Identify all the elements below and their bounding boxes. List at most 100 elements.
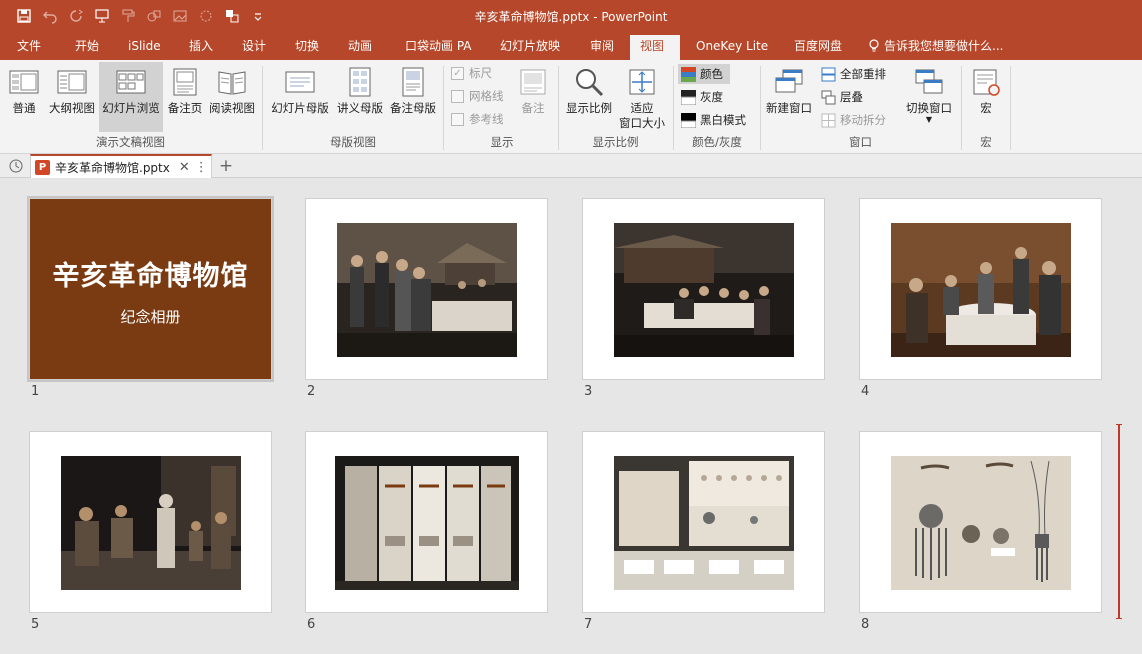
notes-toggle-button[interactable]: 备注 — [513, 62, 553, 132]
notes-page-label: 备注页 — [167, 101, 203, 115]
slide-thumbnail-2[interactable] — [305, 198, 548, 380]
slide-number: 7 — [584, 617, 593, 632]
group-label-show: 显示 — [490, 135, 514, 149]
museum-photo-figures-meeting — [337, 223, 517, 357]
tab-islide[interactable]: iSlide — [118, 35, 171, 60]
slide-thumbnail-7[interactable] — [582, 431, 825, 613]
tab-design[interactable]: 设计 — [232, 35, 276, 60]
ruler-checkbox[interactable]: ✓ 标尺 — [451, 64, 492, 82]
slide-title-text: 辛亥革命博物馆 — [52, 261, 249, 292]
vertical-scrollbar[interactable] — [1116, 424, 1122, 619]
tab-history-icon[interactable] — [8, 158, 24, 174]
group-label-window: 窗口 — [849, 135, 872, 149]
tab-home[interactable]: 开始 — [65, 35, 109, 60]
reading-view-label: 阅读视图 — [209, 101, 255, 115]
zoom-label: 显示比例 — [566, 101, 612, 115]
outline-view-icon — [57, 70, 87, 94]
ribbon-view: 普通 大纲视图 幻灯片浏览 备注页 阅读视图 演示文稿视图 幻灯片母版 讲义母版… — [0, 60, 1142, 154]
tab-view[interactable]: 视图 — [630, 35, 680, 60]
slide-master-button[interactable]: 幻灯片母版 — [267, 62, 333, 132]
grayscale-button[interactable]: 灰度 — [678, 87, 726, 107]
slide-thumbnail-8[interactable] — [859, 431, 1102, 613]
arrange-all-button[interactable]: 全部重排 — [818, 64, 889, 84]
tab-review[interactable]: 审阅 — [580, 35, 624, 60]
move-split-label: 移动拆分 — [840, 113, 886, 127]
move-split-icon — [821, 113, 836, 127]
arrange-all-label: 全部重排 — [840, 67, 886, 81]
tell-me-text: 告诉我您想要做什么... — [884, 39, 1004, 53]
group-separator — [262, 66, 263, 150]
reading-view-icon — [218, 71, 246, 95]
macros-button[interactable]: 宏 — [966, 62, 1006, 132]
switch-windows-icon — [915, 69, 943, 94]
document-tab[interactable]: P 辛亥革命博物馆.pptx ✕ ⋮ — [30, 154, 212, 178]
grayscale-label: 灰度 — [700, 90, 723, 104]
slide-thumbnail-6[interactable] — [305, 431, 548, 613]
outline-view-button[interactable]: 大纲视图 — [46, 62, 98, 132]
group-label-master-views: 母版视图 — [330, 135, 376, 149]
color-swatch-icon — [681, 66, 696, 82]
museum-photo-silver-jewelry — [891, 456, 1071, 590]
notes-icon — [520, 69, 546, 95]
close-icon[interactable]: ✕ — [179, 160, 190, 175]
slide-number: 6 — [307, 617, 316, 632]
museum-photo-exhibit-panels — [335, 456, 519, 590]
notes-master-button[interactable]: 备注母版 — [387, 62, 439, 132]
slide-sorter-area: 辛亥革命博物馆 纪念相册 1 2 3 4 5 6 7 8 — [0, 178, 1142, 654]
slide-number: 2 — [307, 384, 316, 399]
slide-number: 8 — [861, 617, 870, 632]
slide-thumbnail-1[interactable]: 辛亥革命博物馆 纪念相册 — [27, 196, 274, 382]
slide-number: 3 — [584, 384, 593, 399]
slide-thumbnail-5[interactable] — [29, 431, 272, 613]
tab-onekey-lite[interactable]: OneKey Lite — [686, 35, 778, 60]
notes-page-button[interactable]: 备注页 — [165, 62, 205, 132]
fit-window-icon — [629, 69, 655, 95]
outline-view-label: 大纲视图 — [49, 101, 95, 115]
tab-pocket-animation[interactable]: 口袋动画 PA — [395, 35, 482, 60]
notes-master-label: 备注母版 — [390, 101, 436, 115]
macros-icon — [973, 69, 1000, 96]
tab-baidu-netdisk[interactable]: 百度网盘 — [784, 35, 852, 60]
magnifier-icon — [576, 69, 604, 97]
more-options-icon[interactable]: ⋮ — [195, 160, 208, 175]
tab-file[interactable]: 文件 — [7, 35, 51, 60]
cascade-button[interactable]: 层叠 — [818, 87, 866, 107]
gridlines-label: 网格线 — [469, 89, 504, 103]
new-window-button[interactable]: 新建窗口 — [763, 62, 815, 132]
reading-view-button[interactable]: 阅读视图 — [207, 62, 257, 132]
notes-label: 备注 — [521, 101, 545, 115]
group-label-presentation-views: 演示文稿视图 — [96, 135, 165, 149]
zoom-button[interactable]: 显示比例 — [563, 62, 615, 132]
slide-number: 5 — [31, 617, 40, 632]
normal-view-button[interactable]: 普通 — [4, 62, 44, 132]
color-label: 颜色 — [700, 67, 723, 81]
group-separator — [1010, 66, 1011, 150]
tab-animations[interactable]: 动画 — [338, 35, 382, 60]
ribbon-tabs: 文件 开始 iSlide 插入 设计 切换 动画 口袋动画 PA 幻灯片放映 审… — [0, 32, 1142, 60]
black-white-label: 黑白模式 — [700, 113, 746, 127]
gridlines-checkbox[interactable]: 网格线 — [451, 87, 504, 105]
slide-thumbnail-4[interactable] — [859, 198, 1102, 380]
fit-line2: 窗口大小 — [619, 116, 665, 130]
new-tab-plus-icon[interactable]: + — [216, 155, 236, 177]
black-white-button[interactable]: 黑白模式 — [678, 110, 749, 130]
tell-me-search[interactable]: 告诉我您想要做什么... — [868, 35, 1003, 57]
tab-slideshow[interactable]: 幻灯片放映 — [490, 35, 570, 60]
switch-windows-button[interactable]: 切换窗口 ▼ — [902, 62, 956, 132]
notes-page-icon — [173, 68, 197, 96]
fit-to-window-button[interactable]: 适应 窗口大小 — [616, 62, 668, 132]
move-split-button[interactable]: 移动拆分 — [818, 110, 889, 130]
museum-photo-street-figures — [61, 456, 241, 590]
guides-checkbox[interactable]: 参考线 — [451, 110, 504, 128]
slide-number: 4 — [861, 384, 870, 399]
slide-sorter-button[interactable]: 幻灯片浏览 — [99, 62, 163, 132]
tab-insert[interactable]: 插入 — [179, 35, 223, 60]
tab-transitions[interactable]: 切换 — [285, 35, 329, 60]
slide-thumbnail-3[interactable] — [582, 198, 825, 380]
group-label-zoom: 显示比例 — [592, 135, 639, 149]
color-button[interactable]: 颜色 — [678, 64, 730, 84]
museum-photo-display-case — [614, 456, 794, 590]
slide-number: 1 — [31, 384, 40, 399]
handout-master-button[interactable]: 讲义母版 — [334, 62, 386, 132]
normal-view-icon — [9, 70, 39, 94]
